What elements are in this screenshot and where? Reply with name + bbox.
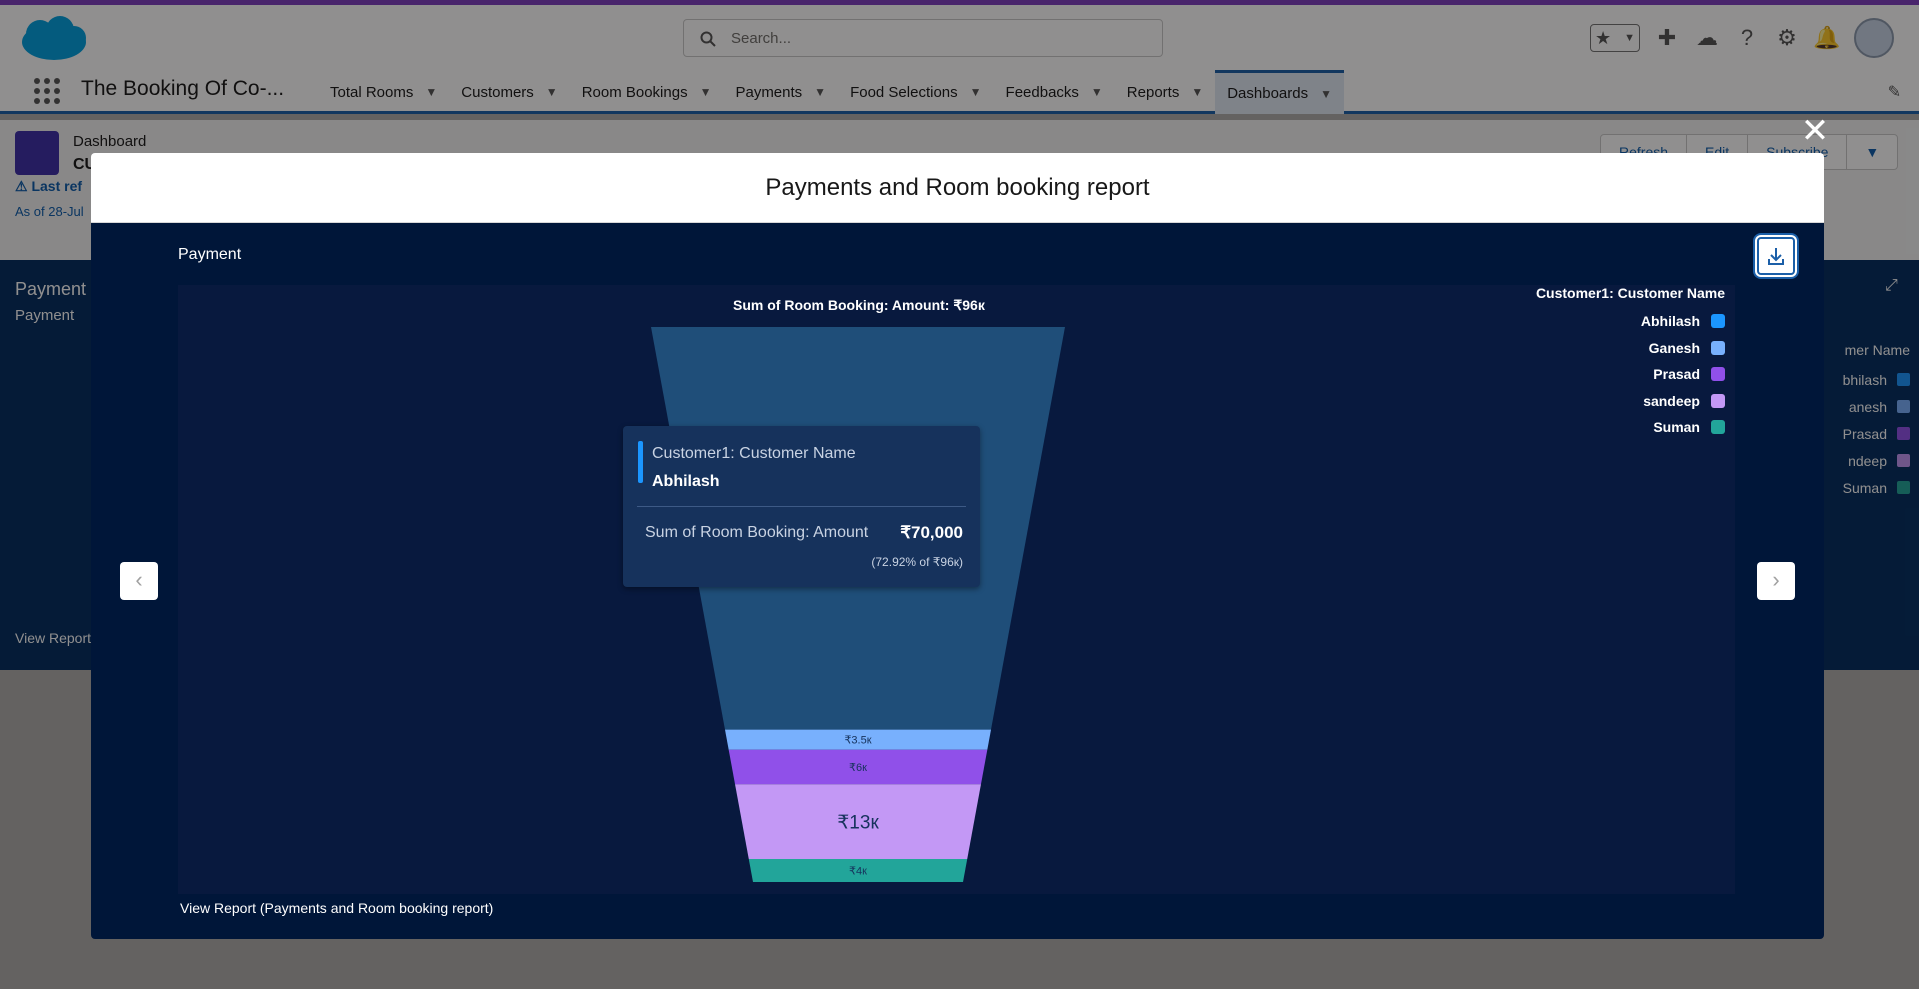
legend-label: Abhilash — [1640, 313, 1700, 329]
data-label: ₹4к — [849, 865, 867, 877]
legend-item[interactable]: Abhilash — [1641, 313, 1725, 329]
view-report-link[interactable]: View Report (Payments and Room booking r… — [180, 900, 493, 916]
legend-item[interactable]: Suman — [1653, 419, 1725, 435]
legend-label: Prasad — [1653, 366, 1700, 382]
legend-item[interactable]: Prasad — [1653, 366, 1725, 382]
tooltip-measure-label: Sum of Room Booking: Amount — [645, 524, 869, 541]
download-icon — [1768, 248, 1784, 265]
legend-label: sandeep — [1643, 392, 1700, 409]
chart-tooltip: Customer1: Customer Name Abhilash Sum of… — [623, 426, 980, 587]
legend-swatch — [1711, 367, 1725, 381]
tooltip-dimension-label: Customer1: Customer Name — [652, 445, 856, 462]
tooltip-dimension-value: Abhilash — [652, 473, 720, 490]
chevron-left-icon: ‹ — [135, 567, 143, 592]
close-icon[interactable]: ✕ — [1799, 114, 1831, 148]
chart-area: Sum of Room Booking: Amount: ₹96к ₹3.5к ₹… — [178, 285, 1735, 894]
legend-label: Ganesh — [1648, 339, 1700, 356]
legend-label: Suman — [1653, 419, 1700, 435]
chevron-right-icon: › — [1772, 567, 1780, 592]
data-label: ₹6к — [849, 762, 867, 774]
legend-swatch — [1711, 420, 1725, 434]
tooltip-divider — [637, 506, 966, 507]
next-button[interactable]: › — [1757, 562, 1795, 600]
modal-header: Payments and Room booking report — [91, 153, 1824, 223]
data-label: ₹3.5к — [844, 735, 871, 747]
funnel-chart: ₹3.5к ₹6к ₹13к ₹4к — [651, 327, 1065, 882]
legend-swatch — [1711, 393, 1725, 408]
legend-item[interactable]: Ganesh — [1649, 340, 1725, 356]
legend-swatch — [1711, 314, 1725, 328]
tooltip-color-bar — [638, 441, 643, 483]
legend-item[interactable]: sandeep — [1643, 393, 1725, 409]
previous-button[interactable]: ‹ — [120, 562, 158, 600]
tooltip-percent: (72.92% of ₹96к) — [871, 555, 963, 569]
data-label: ₹13к — [837, 813, 879, 834]
tooltip-measure-value: ₹70,000 — [900, 523, 963, 542]
modal-title: Payments and Room booking report — [765, 174, 1150, 201]
component-title: Payment — [178, 246, 242, 263]
legend-title: Customer1: Customer Name — [1535, 285, 1725, 301]
download-button[interactable] — [1757, 237, 1795, 275]
legend-swatch — [1711, 340, 1725, 355]
